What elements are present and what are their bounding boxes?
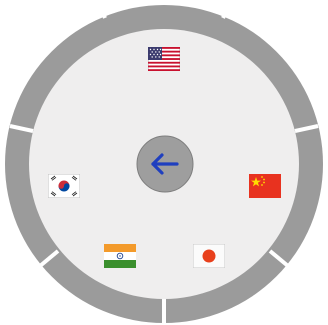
us-flag-icon[interactable] xyxy=(148,47,180,71)
india-flag-icon[interactable] xyxy=(104,244,136,268)
japan-flag-icon[interactable] xyxy=(193,244,225,268)
back-button[interactable] xyxy=(136,135,194,193)
china-flag-icon[interactable] xyxy=(249,174,281,198)
south-korea-flag-icon[interactable] xyxy=(48,174,80,198)
